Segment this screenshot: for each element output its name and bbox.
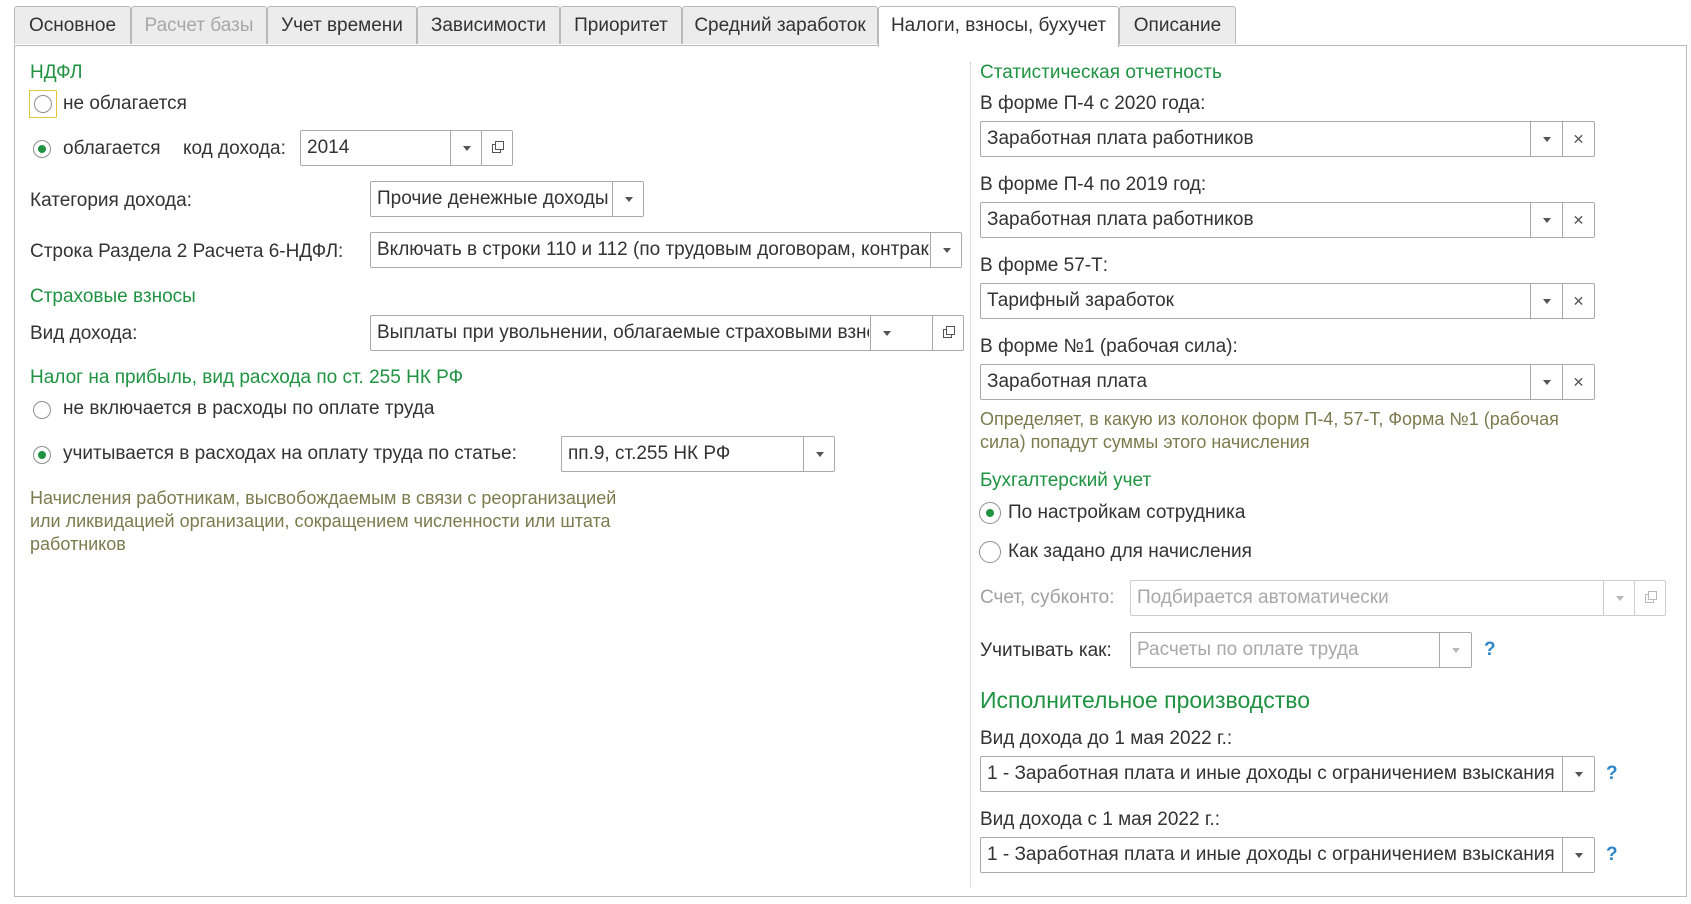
close-icon[interactable]: ✕ [1562,284,1594,318]
chevron-down-icon[interactable] [930,233,961,267]
profit-not-included-radio[interactable] [33,401,51,419]
chevron-down-icon[interactable] [1530,122,1562,156]
accounting-employee-label[interactable]: По настройкам сотрудника [1008,502,1245,524]
profit-tax-section-title: Налог на прибыль, вид расхода по ст. 255… [30,367,464,388]
enforcement-before-label: Вид дохода до 1 мая 2022 г.: [980,728,1233,749]
enforcement-section-title: Исполнительное производство [980,687,1311,713]
profit-tax-hint: Начисления работникам, высвобождаемым в … [30,488,617,554]
insurance-income-type-value[interactable]: Выплаты при увольнении, облагаемые страх… [377,316,869,350]
tab-main[interactable]: Основное [14,6,131,44]
help-icon[interactable]: ? [1484,639,1496,661]
ndfl-row-value[interactable]: Включать в строки 110 и 112 (по трудовым… [377,233,929,267]
insurance-section-title: Страховые взносы [30,286,196,307]
accounting-section-title: Бухгалтерский учет [980,470,1152,491]
tab-average-earnings[interactable]: Средний заработок [682,6,878,44]
close-icon[interactable]: ✕ [1562,122,1594,156]
account-placeholder[interactable]: Подбирается автоматически [1137,581,1597,615]
open-icon[interactable] [1634,580,1666,616]
enforcement-before-value[interactable]: 1 - Заработная плата и иные доходы с огр… [987,757,1562,791]
tab-taxes[interactable]: Налоги, взносы, бухучет [878,6,1119,47]
ndfl-not-taxed-radio[interactable] [34,95,52,113]
account-as-placeholder[interactable]: Расчеты по оплате труда [1137,633,1437,667]
close-icon[interactable]: ✕ [1562,203,1594,237]
income-code-value[interactable]: 2014 [307,131,447,165]
chevron-down-icon[interactable] [1530,203,1562,237]
tab-dependencies[interactable]: Зависимости [417,6,560,44]
p4-2019-field[interactable]: Заработная плата работников ✕ [980,202,1595,238]
close-icon[interactable]: ✕ [1562,365,1594,399]
accounting-accrual-radio[interactable] [979,541,1001,563]
accounting-accrual-label[interactable]: Как задано для начисления [1008,541,1252,563]
statistics-hint: Определяет, в какую из колонок форм П-4,… [980,409,1559,452]
chevron-down-icon[interactable] [1530,365,1562,399]
p4-2020-label: В форме П-4 с 2020 года: [980,93,1206,114]
chevron-down-icon[interactable] [612,182,643,216]
enforcement-after-value[interactable]: 1 - Заработная плата и иные доходы с огр… [987,838,1562,872]
ndfl-row-field[interactable]: Включать в строки 110 и 112 (по трудовым… [370,232,962,268]
chevron-down-icon[interactable] [803,437,834,471]
f1-field[interactable]: Заработная плата ✕ [980,364,1595,400]
p4-2019-value[interactable]: Заработная плата работников [987,203,1522,237]
f1-value[interactable]: Заработная плата [987,365,1522,399]
tab-description[interactable]: Описание [1119,6,1236,44]
profit-included-radio[interactable] [33,446,51,464]
f57t-field[interactable]: Тарифный заработок ✕ [980,283,1595,319]
enforcement-before-field[interactable]: 1 - Заработная плата и иные доходы с огр… [980,756,1595,792]
account-label: Счет, субконто: [980,587,1115,608]
insurance-income-type-field[interactable]: Выплаты при увольнении, облагаемые страх… [370,315,934,351]
chevron-down-icon[interactable] [1530,284,1562,318]
tab-priority[interactable]: Приоритет [560,6,682,44]
ndfl-taxed-radio[interactable] [33,140,51,158]
profit-article-value[interactable]: пп.9, ст.255 НК РФ [568,437,802,471]
profit-included-label[interactable]: учитывается в расходах на оплату труда п… [63,443,517,465]
chevron-down-icon[interactable] [870,316,902,350]
chevron-down-icon[interactable] [450,131,481,165]
p4-2020-field[interactable]: Заработная плата работников ✕ [980,121,1595,157]
profit-article-field[interactable]: пп.9, ст.255 НК РФ [561,436,835,472]
p4-2020-value[interactable]: Заработная плата работников [987,122,1522,156]
accounting-employee-radio[interactable] [979,502,1001,524]
f57t-label: В форме 57-Т: [980,255,1108,276]
income-category-value[interactable]: Прочие денежные доходы [377,182,611,216]
account-field[interactable]: Подбирается автоматически [1130,580,1636,616]
f57t-value[interactable]: Тарифный заработок [987,284,1522,318]
help-icon[interactable]: ? [1606,763,1618,785]
tab-time-accounting[interactable]: Учет времени [267,6,417,44]
ndfl-taxed-label[interactable]: облагается [63,138,161,160]
chevron-down-icon[interactable] [1439,633,1471,667]
ndfl-section-title: НДФЛ [30,62,83,83]
profit-not-included-label[interactable]: не включается в расходы по оплате труда [63,398,434,420]
open-icon[interactable] [932,315,964,351]
income-category-field[interactable]: Прочие денежные доходы [370,181,644,217]
enforcement-after-field[interactable]: 1 - Заработная плата и иные доходы с огр… [980,837,1595,873]
account-as-field[interactable]: Расчеты по оплате труда [1130,632,1472,668]
income-category-label: Категория дохода: [30,190,192,211]
insurance-income-type-label: Вид дохода: [30,323,138,344]
income-code-label: код дохода: [183,138,286,159]
open-icon[interactable] [481,130,513,166]
chevron-down-icon[interactable] [1562,838,1594,872]
ndfl-not-taxed-label[interactable]: не облагается [63,93,187,115]
enforcement-after-label: Вид дохода с 1 мая 2022 г.: [980,809,1220,830]
column-divider [970,62,971,888]
chevron-down-icon[interactable] [1562,757,1594,791]
account-as-label: Учитывать как: [980,640,1112,661]
chevron-down-icon[interactable] [1603,581,1635,615]
f1-label: В форме №1 (рабочая сила): [980,336,1238,357]
income-code-field[interactable]: 2014 [300,130,482,166]
ndfl-row-label: Строка Раздела 2 Расчета 6-НДФЛ: [30,241,344,262]
help-icon[interactable]: ? [1606,844,1618,866]
tab-base-calc[interactable]: Расчет базы [131,6,267,44]
p4-2019-label: В форме П-4 по 2019 год: [980,174,1207,195]
statistics-section-title: Статистическая отчетность [980,62,1222,83]
